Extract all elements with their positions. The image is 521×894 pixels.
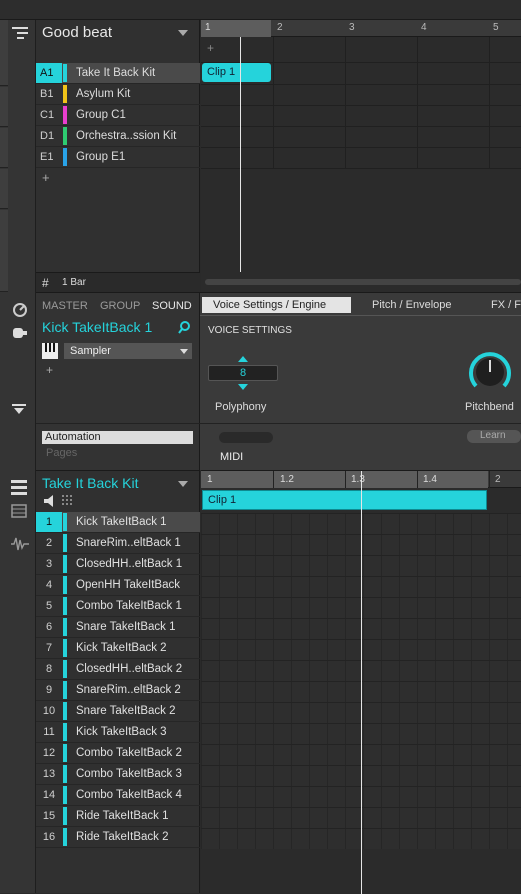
chevron-down-icon[interactable] (180, 349, 188, 354)
ruler-label: 4 (421, 22, 427, 33)
add-group-button[interactable]: + (42, 170, 50, 185)
ruler-label: 5 (493, 22, 499, 33)
pages-tab[interactable]: Pages (46, 447, 77, 459)
group-color-bar (63, 64, 67, 82)
sound-row-10[interactable]: 10 Snare TakeItBack 2 (36, 701, 200, 722)
ruler-label: 1 (205, 22, 211, 33)
plugin-slot[interactable]: Sampler (64, 343, 192, 359)
group-row-e1[interactable]: E1 Group E1 (36, 147, 200, 168)
left-tab-2[interactable] (0, 87, 8, 127)
playhead (240, 37, 241, 272)
sound-row-9[interactable]: 9 SnareRim..eltBack 2 (36, 680, 200, 701)
add-plugin-button[interactable]: + (46, 363, 53, 377)
ruler-label: 2 (495, 474, 501, 485)
waveform-icon[interactable] (11, 536, 29, 552)
tab-voice-settings[interactable]: Voice Settings / Engine (202, 297, 351, 313)
left-tab-5[interactable] (0, 210, 8, 292)
sound-row-1[interactable]: 1 Kick TakeItBack 1 (36, 512, 200, 533)
collapse-icon[interactable] (12, 404, 26, 416)
arranger-clip[interactable]: Clip 1 (202, 63, 271, 82)
sound-row-7[interactable]: 7 Kick TakeItBack 2 (36, 638, 200, 659)
pad-grid-icon[interactable] (62, 495, 76, 507)
ruler-label: 1.2 (280, 474, 294, 485)
sound-row-3[interactable]: 3 ClosedHH..eltBack 1 (36, 554, 200, 575)
sound-panel: MASTER GROUP SOUND Kick TakeItBack 1 Sam… (36, 292, 521, 471)
top-toolbar (0, 0, 521, 20)
speaker-icon[interactable] (44, 495, 58, 507)
search-icon[interactable] (178, 321, 190, 334)
tab-fx[interactable]: FX / F (491, 299, 521, 311)
tab-pitch-envelope[interactable]: Pitch / Envelope (372, 299, 452, 311)
pitchbend-label: Pitchbend (465, 401, 514, 413)
sound-row-8[interactable]: 8 ClosedHH..eltBack 2 (36, 659, 200, 680)
keyboard-icon (42, 343, 58, 359)
automation-tab[interactable]: Automation (42, 431, 193, 444)
sound-row-13[interactable]: 13 Combo TakeItBack 3 (36, 764, 200, 785)
tab-group[interactable]: GROUP (100, 300, 140, 312)
arranger-scrollbar[interactable] (205, 279, 521, 285)
sound-row-5[interactable]: 5 Combo TakeItBack 1 (36, 596, 200, 617)
group-color-bar (63, 148, 67, 166)
polyphony-label: Polyphony (215, 401, 267, 413)
group-color-bar (63, 106, 67, 124)
sound-row-16[interactable]: 16 Ride TakeItBack 2 (36, 827, 200, 848)
sound-name[interactable]: Kick TakeItBack 1 (42, 319, 152, 335)
grid-icon[interactable]: # (42, 276, 49, 290)
project-title[interactable]: Good beat (42, 24, 112, 41)
sound-row-15[interactable]: 15 Ride TakeItBack 1 (36, 806, 200, 827)
pattern-clip[interactable]: Clip 1 (202, 490, 487, 510)
arranger-footer-left: # 1 Bar (36, 272, 200, 292)
left-icon-column (0, 20, 36, 893)
bar-length-label[interactable]: 1 Bar (62, 277, 86, 288)
sound-row-11[interactable]: 11 Kick TakeItBack 3 (36, 722, 200, 743)
pitchbend-knob[interactable] (467, 349, 513, 395)
ruler-label: 1 (207, 474, 213, 485)
sound-row-6[interactable]: 6 Snare TakeItBack 1 (36, 617, 200, 638)
loop-range[interactable] (201, 20, 271, 37)
arranger-menu-icon[interactable] (12, 26, 30, 42)
control-view-icon[interactable] (12, 302, 28, 318)
group-row-b1[interactable]: B1 Asylum Kit (36, 84, 200, 105)
left-tab-4[interactable] (0, 169, 8, 209)
learn-button[interactable]: Learn (467, 430, 521, 443)
section-title: VOICE SETTINGS (208, 325, 292, 336)
group-name[interactable]: Take It Back Kit (42, 475, 138, 491)
group-row-a1[interactable]: A1 Take It Back Kit (36, 63, 200, 84)
keyboard-view-icon[interactable] (11, 504, 29, 520)
pattern-editor-icon[interactable] (11, 480, 29, 496)
group-color-bar (63, 85, 67, 103)
sound-row-4[interactable]: 4 OpenHH TakeItBack (36, 575, 200, 596)
arranger[interactable]: 1 2 3 4 5 + Clip 1 (201, 20, 521, 292)
left-tab-1[interactable] (0, 20, 8, 86)
midi-toggle[interactable] (219, 432, 273, 443)
playhead (361, 471, 362, 894)
left-tab-3[interactable] (0, 128, 8, 168)
decrement-arrow-icon[interactable] (238, 384, 248, 390)
increment-arrow-icon[interactable] (238, 356, 248, 362)
group-row-d1[interactable]: D1 Orchestra..ssion Kit (36, 126, 200, 147)
add-scene-button[interactable]: + (207, 41, 214, 55)
group-color-bar (63, 127, 67, 145)
ruler-label: 3 (349, 22, 355, 33)
midi-label: MIDI (220, 451, 244, 463)
pattern-editor[interactable]: 1 1.2 1.3 1.4 2 Clip 1 (201, 470, 521, 894)
sound-row-14[interactable]: 14 Combo TakeItBack 4 (36, 785, 200, 806)
sound-row-2[interactable]: 2 SnareRim..eltBack 1 (36, 533, 200, 554)
plugin-icon[interactable] (11, 326, 29, 340)
group-row-c1[interactable]: C1 Group C1 (36, 105, 200, 126)
polyphony-field[interactable]: 8 (208, 365, 278, 381)
chevron-down-icon[interactable] (178, 30, 188, 36)
tab-sound[interactable]: SOUND (152, 300, 192, 312)
ruler-label: 1.4 (423, 474, 437, 485)
chevron-down-icon[interactable] (178, 481, 188, 487)
tab-master[interactable]: MASTER (42, 300, 88, 312)
sound-row-12[interactable]: 12 Combo TakeItBack 2 (36, 743, 200, 764)
ruler-label: 1.3 (351, 474, 365, 485)
ruler-label: 2 (277, 22, 283, 33)
